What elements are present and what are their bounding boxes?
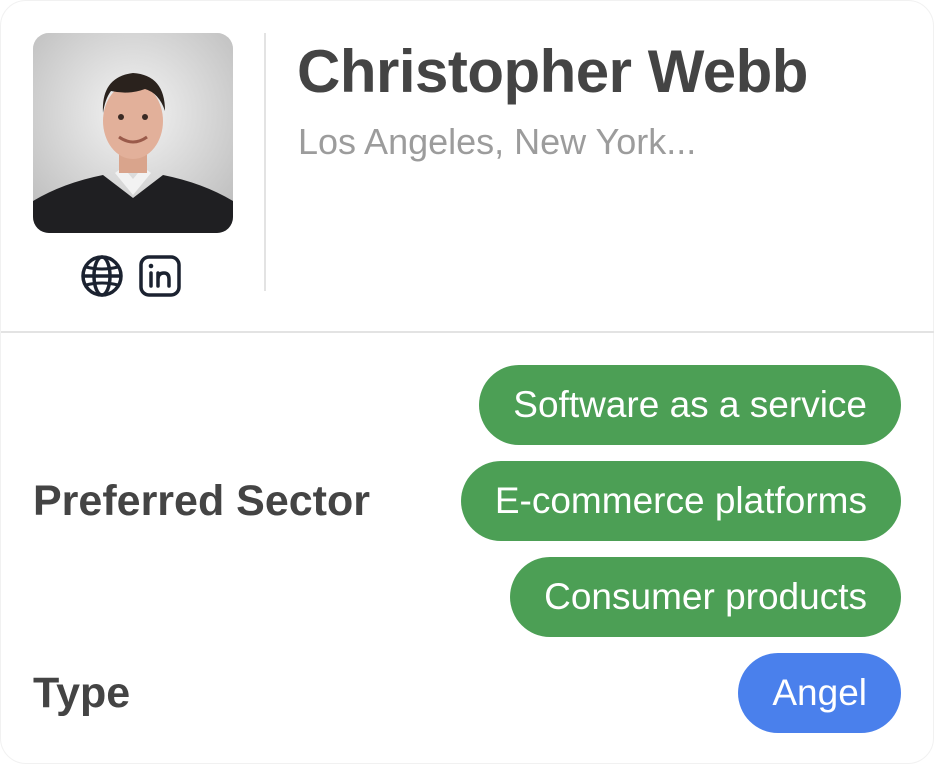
preferred-sector-label: Preferred Sector — [33, 477, 370, 525]
avatar-photo — [33, 33, 233, 233]
header-divider — [264, 33, 266, 291]
social-links — [79, 253, 187, 299]
investor-location: Los Angeles, New York... — [298, 121, 697, 162]
type-label: Type — [33, 669, 131, 717]
investor-name: Christopher Webb — [297, 38, 808, 105]
sector-tag: Software as a service — [479, 365, 901, 445]
avatar — [33, 33, 233, 233]
type-tag: Angel — [738, 653, 901, 733]
globe-icon[interactable] — [79, 253, 125, 299]
investor-card: Christopher Webb Los Angeles, New York..… — [0, 0, 934, 764]
profile-header: Christopher Webb Los Angeles, New York..… — [1, 1, 934, 333]
sector-tag: Consumer products — [510, 557, 901, 637]
sector-tag: E-commerce platforms — [460, 461, 901, 541]
linkedin-icon[interactable] — [137, 253, 183, 299]
